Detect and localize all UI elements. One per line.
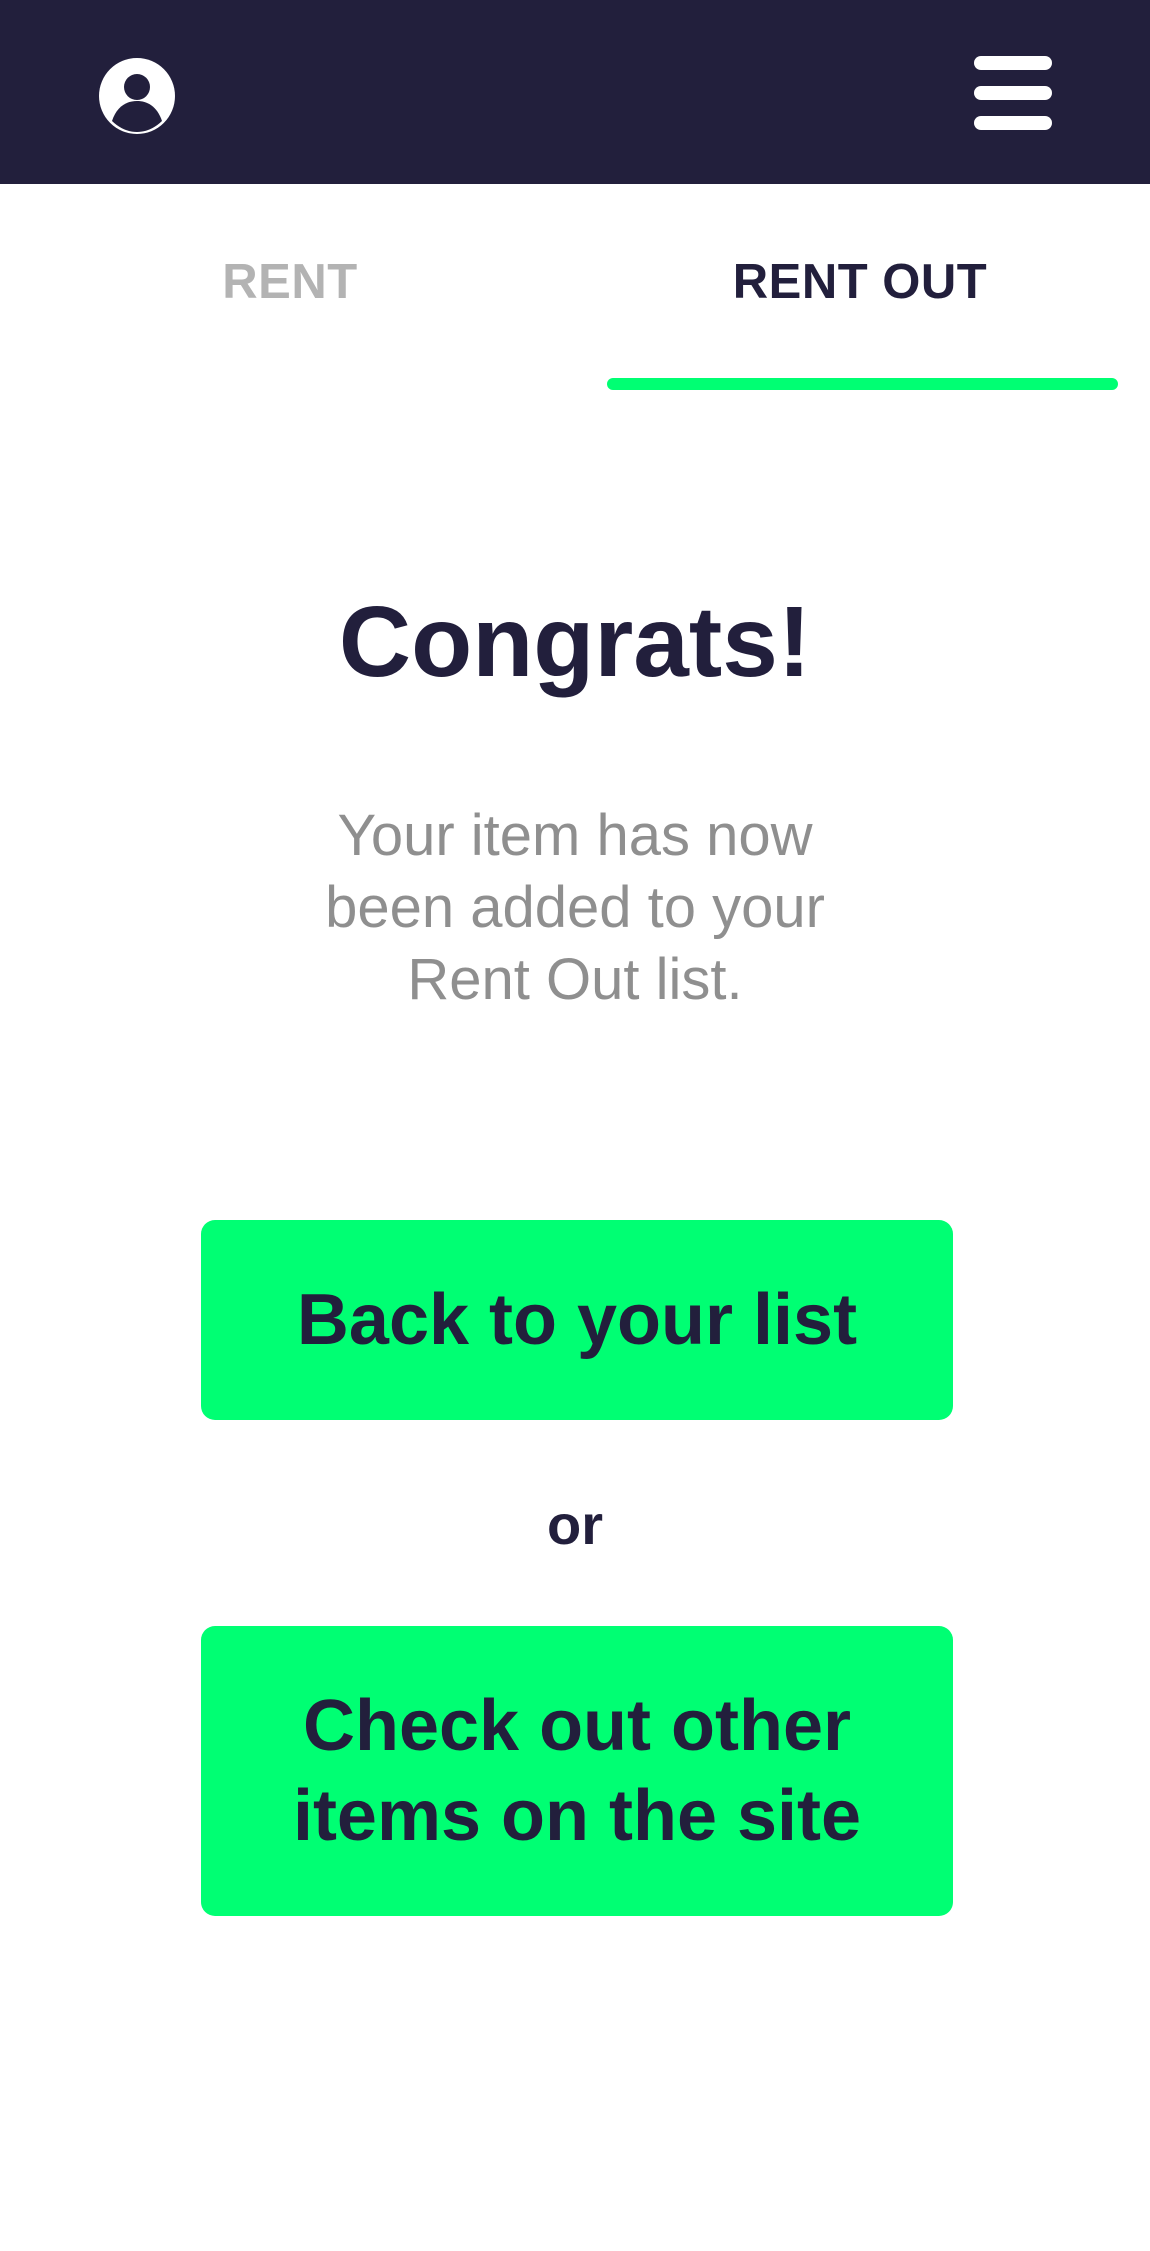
profile-button[interactable] <box>99 58 175 134</box>
hamburger-menu-icon <box>974 56 1052 130</box>
user-circle-icon <box>99 58 175 134</box>
page: RENT RENT OUT Congrats! Your item has no… <box>0 0 1150 2251</box>
hamburger-menu-button[interactable] <box>974 56 1052 130</box>
back-to-list-button[interactable]: Back to your list <box>201 1220 953 1420</box>
page-title: Congrats! <box>338 586 812 698</box>
active-tab-indicator <box>607 378 1118 390</box>
tab-bar: RENT RENT OUT <box>0 184 1150 394</box>
top-header <box>0 0 1150 184</box>
confirmation-message: Your item has now been added to your Ren… <box>325 803 825 1012</box>
browse-items-button[interactable]: Check out other items on the site <box>201 1626 953 1916</box>
tab-rent-out[interactable]: RENT OUT <box>660 254 1060 310</box>
or-separator: or <box>547 1493 603 1556</box>
tab-rent[interactable]: RENT <box>150 254 430 310</box>
